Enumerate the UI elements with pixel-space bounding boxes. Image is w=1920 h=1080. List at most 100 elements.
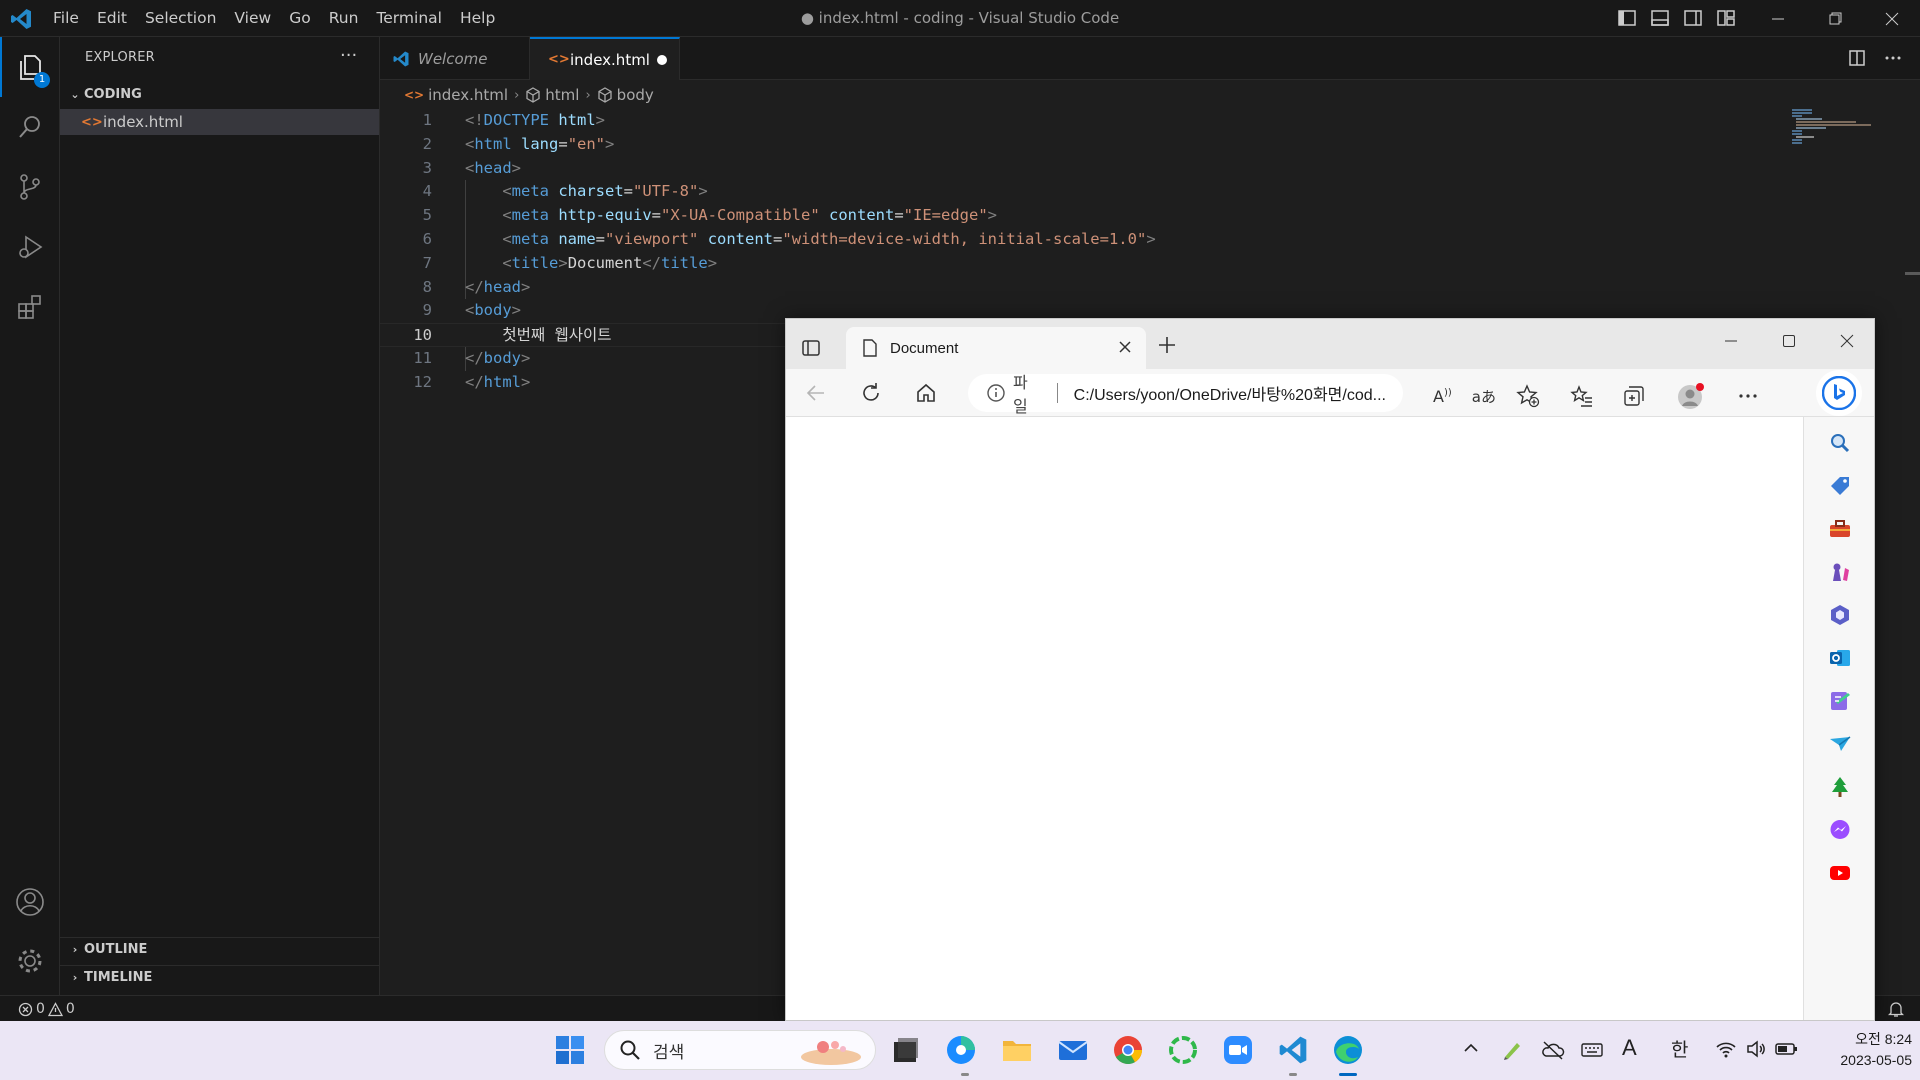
folder-icon[interactable] (1001, 1034, 1033, 1066)
notification-bell-icon[interactable] (1888, 1000, 1904, 1018)
browser-tab-document[interactable]: Document (846, 327, 1146, 369)
onedrive-offline-icon[interactable] (1541, 1039, 1565, 1061)
source-control-icon[interactable] (0, 157, 60, 217)
taskbar-clock[interactable]: 오전 8:24 2023-05-05 (1812, 1029, 1912, 1071)
close-tab-icon[interactable] (1118, 340, 1132, 354)
tree-icon[interactable] (1828, 775, 1852, 799)
run-debug-icon[interactable] (0, 217, 60, 277)
input-mode-indicator[interactable]: A (1622, 1035, 1637, 1061)
address-url[interactable]: C:/Users/yoon/OneDrive/바탕%20화면/cod... (1074, 381, 1403, 405)
timeline-section[interactable]: › TIMELINE (60, 965, 379, 989)
pen-icon[interactable] (1501, 1039, 1523, 1061)
tab-actions-icon[interactable] (802, 339, 820, 357)
outlook-icon[interactable] (1828, 646, 1852, 670)
code-line[interactable]: 4 <meta charset="UTF-8"> (380, 180, 1280, 204)
code-line[interactable]: 5 <meta http-equiv="X-UA-Compatible" con… (380, 204, 1280, 228)
minimap[interactable] (1792, 109, 1872, 149)
favorites-icon[interactable] (1570, 384, 1594, 408)
search-icon[interactable] (0, 97, 60, 157)
wifi-icon[interactable] (1715, 1039, 1737, 1059)
menu-selection[interactable]: Selection (136, 0, 225, 37)
chrome-icon[interactable] (1112, 1034, 1144, 1066)
games-icon[interactable] (1828, 560, 1852, 584)
code-line[interactable]: 2 <html lang="en"> (380, 133, 1280, 157)
refresh-icon[interactable] (859, 381, 883, 405)
code-line[interactable]: 6 <meta name="viewport" content="width=d… (380, 228, 1280, 252)
problems-indicator[interactable]: 0 0 (18, 996, 75, 1022)
menu-help[interactable]: Help (451, 0, 504, 37)
home-icon[interactable] (914, 381, 938, 405)
translate-icon[interactable]: aあ (1472, 386, 1496, 407)
maximize-icon[interactable] (1806, 0, 1863, 37)
edge-icon[interactable] (1332, 1034, 1364, 1066)
shopping-tag-icon[interactable] (1828, 474, 1852, 498)
extensions-icon[interactable] (0, 277, 60, 337)
folder-section-coding[interactable]: ⌄ CODING (60, 82, 379, 106)
drop-icon[interactable] (1828, 689, 1852, 713)
bing-icon[interactable] (1816, 370, 1862, 416)
file-icon[interactable] (890, 1034, 922, 1066)
microsoft365-icon[interactable] (1828, 603, 1852, 627)
maximize-icon[interactable] (1760, 319, 1818, 363)
breadcrumb-body[interactable]: body (617, 86, 654, 104)
zoom-icon[interactable] (1222, 1034, 1254, 1066)
chevron-up-icon[interactable] (1462, 1039, 1480, 1057)
vscode-logo-icon[interactable] (9, 7, 33, 31)
outline-section[interactable]: › OUTLINE (60, 937, 379, 961)
new-tab-icon[interactable] (1157, 335, 1177, 355)
account-icon[interactable] (0, 872, 60, 932)
more-actions-icon[interactable] (1884, 49, 1902, 67)
collections-icon[interactable] (1622, 384, 1646, 408)
chrome-like-icon[interactable] (945, 1034, 977, 1066)
minimize-icon[interactable] (1749, 0, 1806, 37)
keyboard-icon[interactable] (1581, 1039, 1603, 1061)
code-line[interactable]: 7 <title>Document</title> (380, 252, 1280, 276)
split-editor-icon[interactable] (1848, 49, 1866, 67)
toggle-secondary-sidebar-icon[interactable] (1682, 7, 1704, 29)
back-arrow-icon[interactable] (804, 381, 828, 405)
code-line[interactable]: 1 <!DOCTYPE html> (380, 109, 1280, 133)
unsaved-dot-icon[interactable] (657, 55, 667, 65)
toggle-primary-sidebar-icon[interactable] (1616, 7, 1638, 29)
battery-icon[interactable] (1775, 1039, 1799, 1059)
menu-terminal[interactable]: Terminal (367, 0, 451, 37)
mail-icon[interactable] (1057, 1034, 1089, 1066)
ring-icon[interactable] (1167, 1034, 1199, 1066)
tab-welcome[interactable]: Welcome (380, 37, 530, 80)
ime-language-indicator[interactable]: 한 (1671, 1035, 1688, 1062)
messenger-icon[interactable] (1828, 818, 1852, 842)
menu-run[interactable]: Run (320, 0, 368, 37)
vscode-icon[interactable] (1277, 1034, 1309, 1066)
profile-avatar-icon[interactable] (1676, 381, 1706, 411)
breadcrumb-html[interactable]: html (545, 86, 579, 104)
menu-view[interactable]: View (225, 0, 280, 37)
code-line[interactable]: 8 </head> (380, 276, 1280, 300)
breadcrumb-file[interactable]: index.html (428, 86, 508, 104)
read-aloud-icon[interactable]: A)) (1433, 387, 1452, 406)
tab-index-html[interactable]: <> index.html (530, 37, 680, 80)
taskbar-search-box[interactable]: 검색 (604, 1030, 876, 1070)
search-icon[interactable] (1828, 431, 1852, 455)
start-icon[interactable] (554, 1034, 586, 1066)
menu-file[interactable]: File (44, 0, 88, 37)
youtube-icon[interactable] (1828, 861, 1852, 885)
add-favorite-icon[interactable] (1516, 384, 1540, 408)
more-menu-icon[interactable] (1736, 384, 1760, 408)
toggle-panel-icon[interactable] (1649, 7, 1671, 29)
minimize-icon[interactable] (1702, 319, 1760, 363)
volume-icon[interactable] (1745, 1039, 1767, 1059)
send-icon[interactable] (1828, 732, 1852, 756)
address-bar[interactable]: 파일 C:/Users/yoon/OneDrive/바탕%20화면/cod... (968, 374, 1403, 416)
file-item-index-html[interactable]: <> index.html (60, 109, 379, 135)
explorer-icon[interactable]: 1 (0, 37, 60, 97)
menu-edit[interactable]: Edit (88, 0, 136, 37)
page-content[interactable] (786, 417, 1804, 1020)
customize-layout-icon[interactable] (1715, 7, 1737, 29)
close-icon[interactable] (1863, 0, 1920, 37)
sidebar-more-icon[interactable]: ··· (340, 45, 357, 66)
close-icon[interactable] (1818, 319, 1874, 363)
toolbox-icon[interactable] (1828, 517, 1852, 541)
settings-gear-icon[interactable] (0, 931, 60, 991)
menu-go[interactable]: Go (280, 0, 320, 37)
info-icon[interactable] (986, 383, 1006, 403)
